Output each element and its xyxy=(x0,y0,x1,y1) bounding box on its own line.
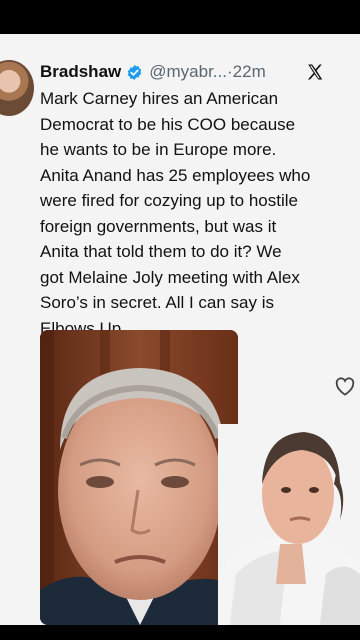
heart-outline-icon[interactable] xyxy=(334,376,356,396)
creator-webcam-overlay xyxy=(218,424,360,640)
author-name[interactable]: Bradshaw xyxy=(40,62,121,82)
tweet-photo[interactable] xyxy=(40,330,238,625)
tweet-text: Mark Carney hires an American Democrat t… xyxy=(40,89,311,338)
bottom-letterbox xyxy=(0,625,360,640)
verified-badge-icon xyxy=(128,64,142,80)
author-handle[interactable]: @myabr... xyxy=(149,62,227,82)
creator-video-image xyxy=(218,424,360,640)
author-avatar[interactable] xyxy=(0,60,34,116)
x-logo-icon[interactable] xyxy=(306,63,324,81)
top-letterbox xyxy=(0,0,360,34)
man-portrait-image xyxy=(40,330,238,625)
tweet-header: Bradshaw @myabr... · 22m xyxy=(40,60,266,84)
tweet-time[interactable]: 22m xyxy=(233,62,266,82)
